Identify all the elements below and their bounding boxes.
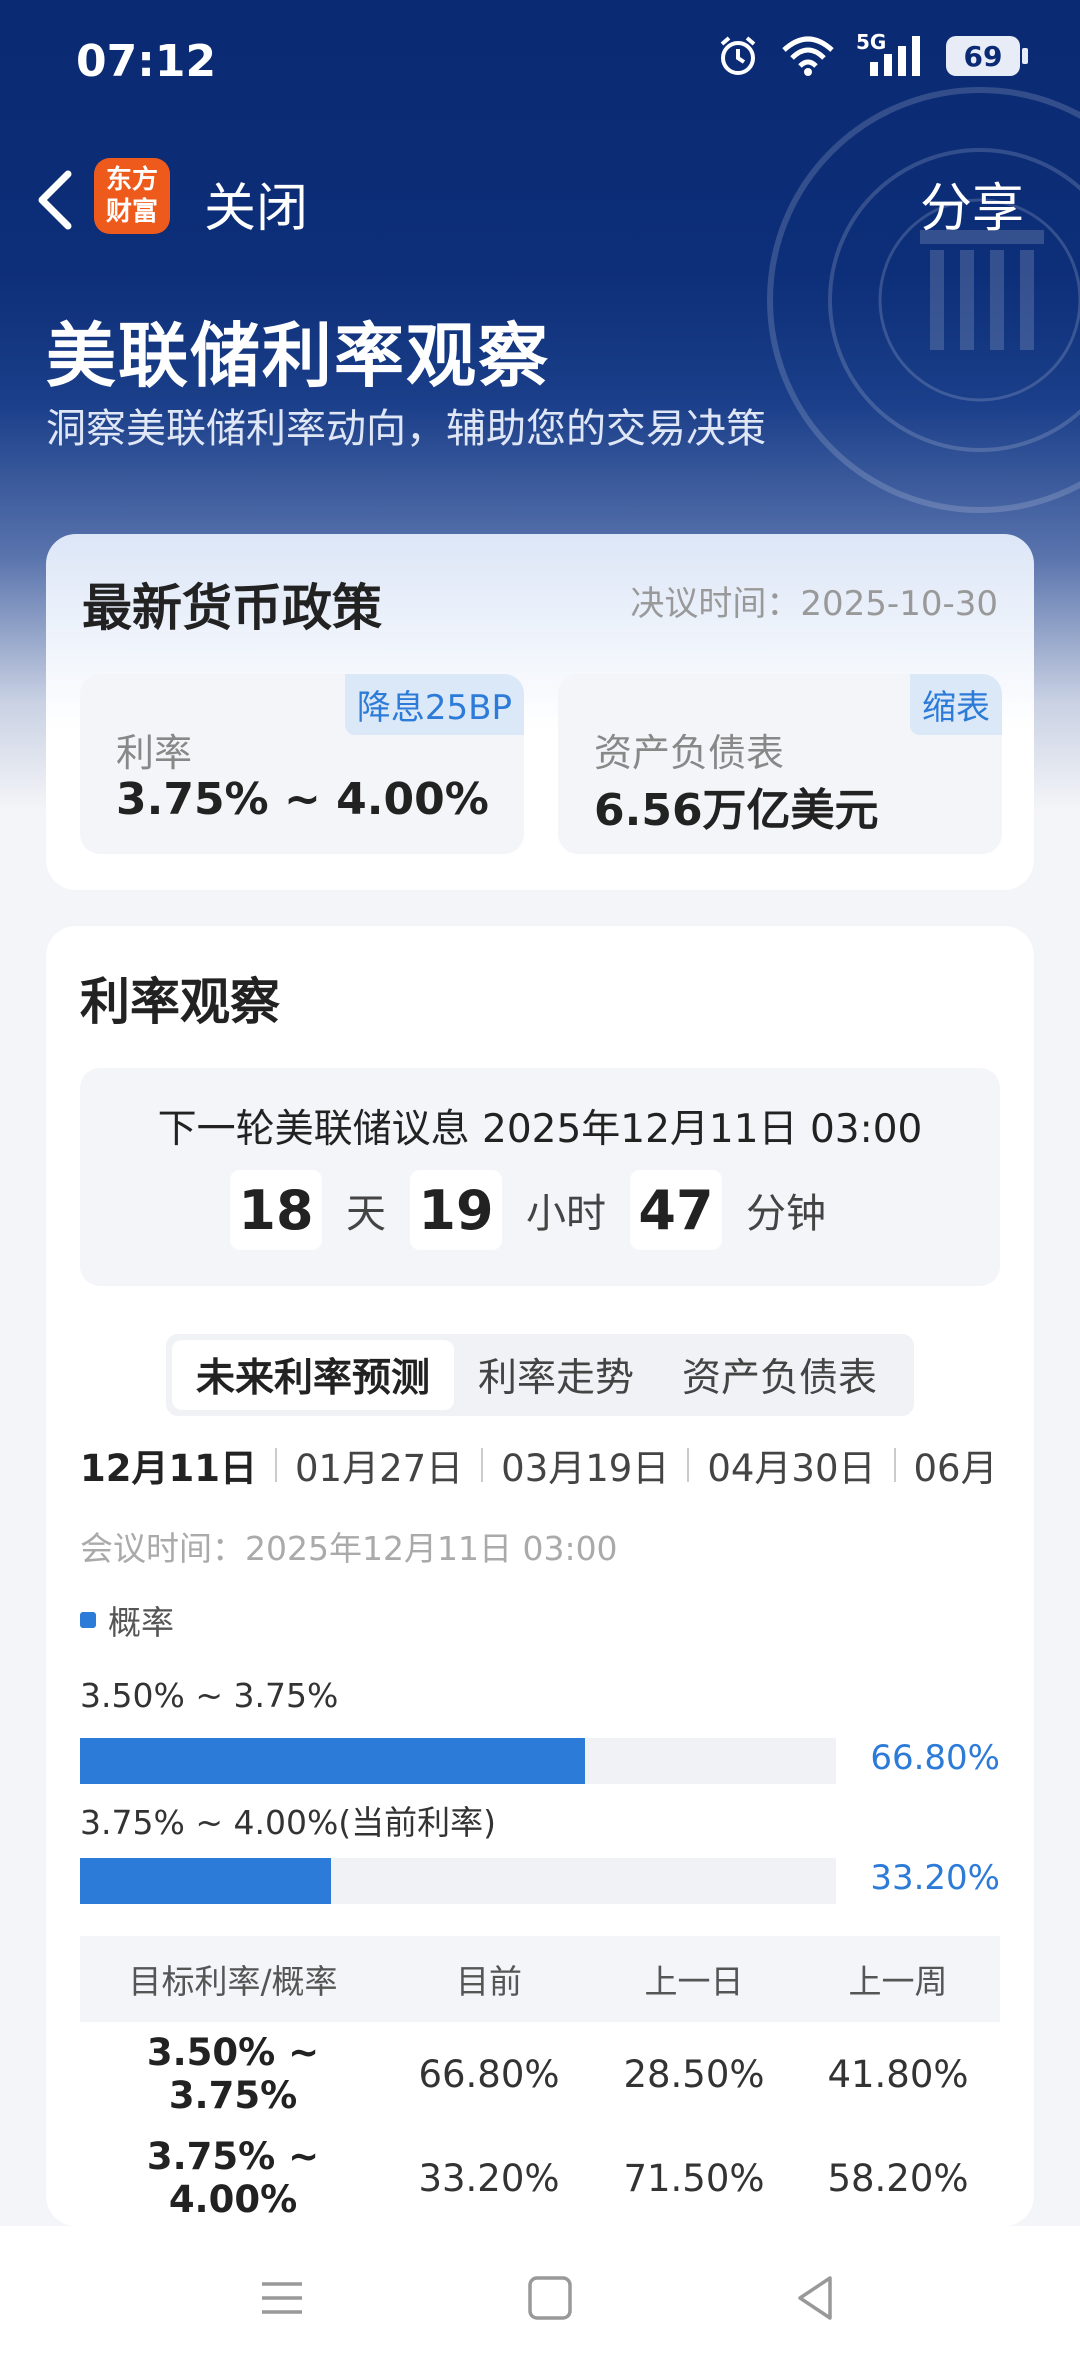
probability-bar: [80, 1858, 331, 1904]
date-divider: [481, 1448, 484, 1482]
date-divider: [274, 1448, 277, 1482]
legend-label: 概率: [108, 1603, 174, 1642]
logo-text-top: 东方: [105, 165, 158, 195]
balance-sheet-badge: 缩表: [910, 674, 1002, 735]
table-cell: 28.50%: [623, 2052, 765, 2096]
tab-rate-trend[interactable]: 利率走势: [454, 1340, 658, 1410]
probability-value: 33.20%: [870, 1858, 1000, 1898]
close-button[interactable]: 关闭: [204, 166, 308, 241]
tab-future-rate-forecast[interactable]: 未来利率预测: [172, 1340, 455, 1410]
countdown-minutes-unit: 分钟: [746, 1191, 826, 1237]
probability-bar: [80, 1738, 585, 1784]
date-divider: [687, 1448, 690, 1482]
countdown-days-unit: 天: [346, 1191, 386, 1237]
alarm-icon: [720, 36, 756, 75]
tab-balance-sheet[interactable]: 资产负债表: [658, 1340, 901, 1410]
countdown-hours-unit: 小时: [526, 1191, 606, 1237]
countdown-box: 下一轮美联储议息 2025年12月11日 03:00 18 天 19 小时 47…: [80, 1068, 1000, 1286]
home-icon[interactable]: [520, 2268, 580, 2328]
logo-text-bottom: 财富: [105, 197, 158, 227]
rate-box: 降息25BP 利率 3.75% ~ 4.00%: [80, 674, 524, 854]
date-option[interactable]: 04月30日: [707, 1438, 875, 1492]
next-meeting-text: 下一轮美联储议息 2025年12月11日 03:00: [157, 1107, 923, 1152]
table-cell: 3.75% ~ 4.00%: [146, 2135, 320, 2221]
probability-table: 目标利率/概率 目前 上一日 上一周 3.50% ~ 3.75% 66.80% …: [80, 1936, 1000, 2230]
menu-icon[interactable]: [252, 2268, 312, 2328]
balance-sheet-box: 缩表 资产负债表 6.56万亿美元: [558, 674, 1002, 854]
probability-bar-track: [80, 1738, 836, 1784]
federal-reserve-seal-icon: [767, 87, 1080, 513]
decision-time: 决议时间：2025-10-30: [630, 584, 998, 624]
table-header-cell: 上一周: [848, 1962, 948, 2001]
status-time: 07:12: [76, 36, 217, 87]
rate-watch-card: 利率观察 下一轮美联储议息 2025年12月11日 03:00 18 天 19 …: [46, 926, 1034, 2226]
rate-label: 利率: [116, 731, 193, 775]
meeting-time: 会议时间：2025年12月11日 03:00: [80, 1529, 618, 1568]
table-cell: 41.80%: [827, 2052, 969, 2096]
probability-value: 66.80%: [870, 1738, 1000, 1778]
signal-icon: 5G: [856, 30, 926, 78]
status-bar: 07:12 5G 69: [0, 0, 1080, 130]
policy-card-title: 最新货币政策: [82, 579, 382, 637]
page-subtitle: 洞察美联储利率动向，辅助您的交易决策: [46, 406, 766, 452]
chart-legend: 概率: [80, 1596, 174, 1644]
countdown-hours: 19: [410, 1170, 502, 1250]
date-option[interactable]: 12月11日: [80, 1438, 257, 1492]
table-cell: 66.80%: [418, 2052, 560, 2096]
table-cell: 58.20%: [827, 2156, 969, 2200]
balance-sheet-label: 资产负债表: [594, 731, 785, 775]
countdown-minutes: 47: [630, 1170, 722, 1250]
back-arrow-icon[interactable]: [28, 160, 88, 240]
date-option[interactable]: 01月27日: [295, 1438, 463, 1492]
table-cell: 3.50% ~ 3.75%: [146, 2031, 320, 2117]
table-header-cell: 上一日: [644, 1962, 744, 2001]
meeting-date-selector: 12月11日 01月27日 03月19日 04月30日 06月: [80, 1438, 998, 1492]
table-row: 3.50% ~ 3.75% 66.80% 28.50% 41.80%: [80, 2022, 1000, 2126]
rate-value: 3.75% ~ 4.00%: [116, 774, 489, 825]
back-triangle-icon[interactable]: [786, 2268, 846, 2328]
table-cell: 71.50%: [623, 2156, 765, 2200]
battery-level: 69: [963, 39, 1003, 73]
battery-icon: 69: [946, 36, 1028, 76]
table-row: 3.75% ~ 4.00% 33.20% 71.50% 58.20%: [80, 2126, 1000, 2230]
bar-label: 3.50% ~ 3.75%: [80, 1676, 339, 1715]
share-button[interactable]: 分享: [920, 166, 1024, 241]
date-option[interactable]: 03月19日: [501, 1438, 669, 1492]
legend-swatch: [80, 1612, 96, 1628]
system-nav-bar: [0, 2226, 1080, 2376]
table-header-cell: 目前: [456, 1962, 522, 2001]
page-title: 美联储利率观察: [46, 315, 550, 397]
probability-bar-track: [80, 1858, 836, 1904]
policy-card: 最新货币政策 决议时间：2025-10-30 降息25BP 利率 3.75% ~…: [46, 534, 1034, 890]
rate-watch-title: 利率观察: [80, 973, 280, 1031]
table-header-cell: 目标利率/概率: [128, 1962, 338, 2001]
date-divider: [893, 1448, 896, 1482]
table-header: 目标利率/概率 目前 上一日 上一周: [80, 1936, 1000, 2022]
top-nav: 东方 财富 关闭 分享: [0, 150, 1080, 250]
countdown-days: 18: [230, 1170, 322, 1250]
date-option[interactable]: 06月: [914, 1438, 998, 1492]
wifi-icon: [782, 36, 834, 76]
countdown-row: 18 天 19 小时 47 分钟: [80, 1170, 1000, 1250]
app-logo: 东方 财富: [94, 158, 170, 234]
bar-label: 3.75% ~ 4.00%(当前利率): [80, 1803, 497, 1842]
tab-bar: 未来利率预测 利率走势 资产负债表: [166, 1334, 914, 1416]
table-cell: 33.20%: [418, 2156, 560, 2200]
rate-change-badge: 降息25BP: [344, 674, 524, 735]
status-icons: 5G 69: [716, 30, 1028, 78]
balance-sheet-value: 6.56万亿美元: [594, 785, 879, 836]
